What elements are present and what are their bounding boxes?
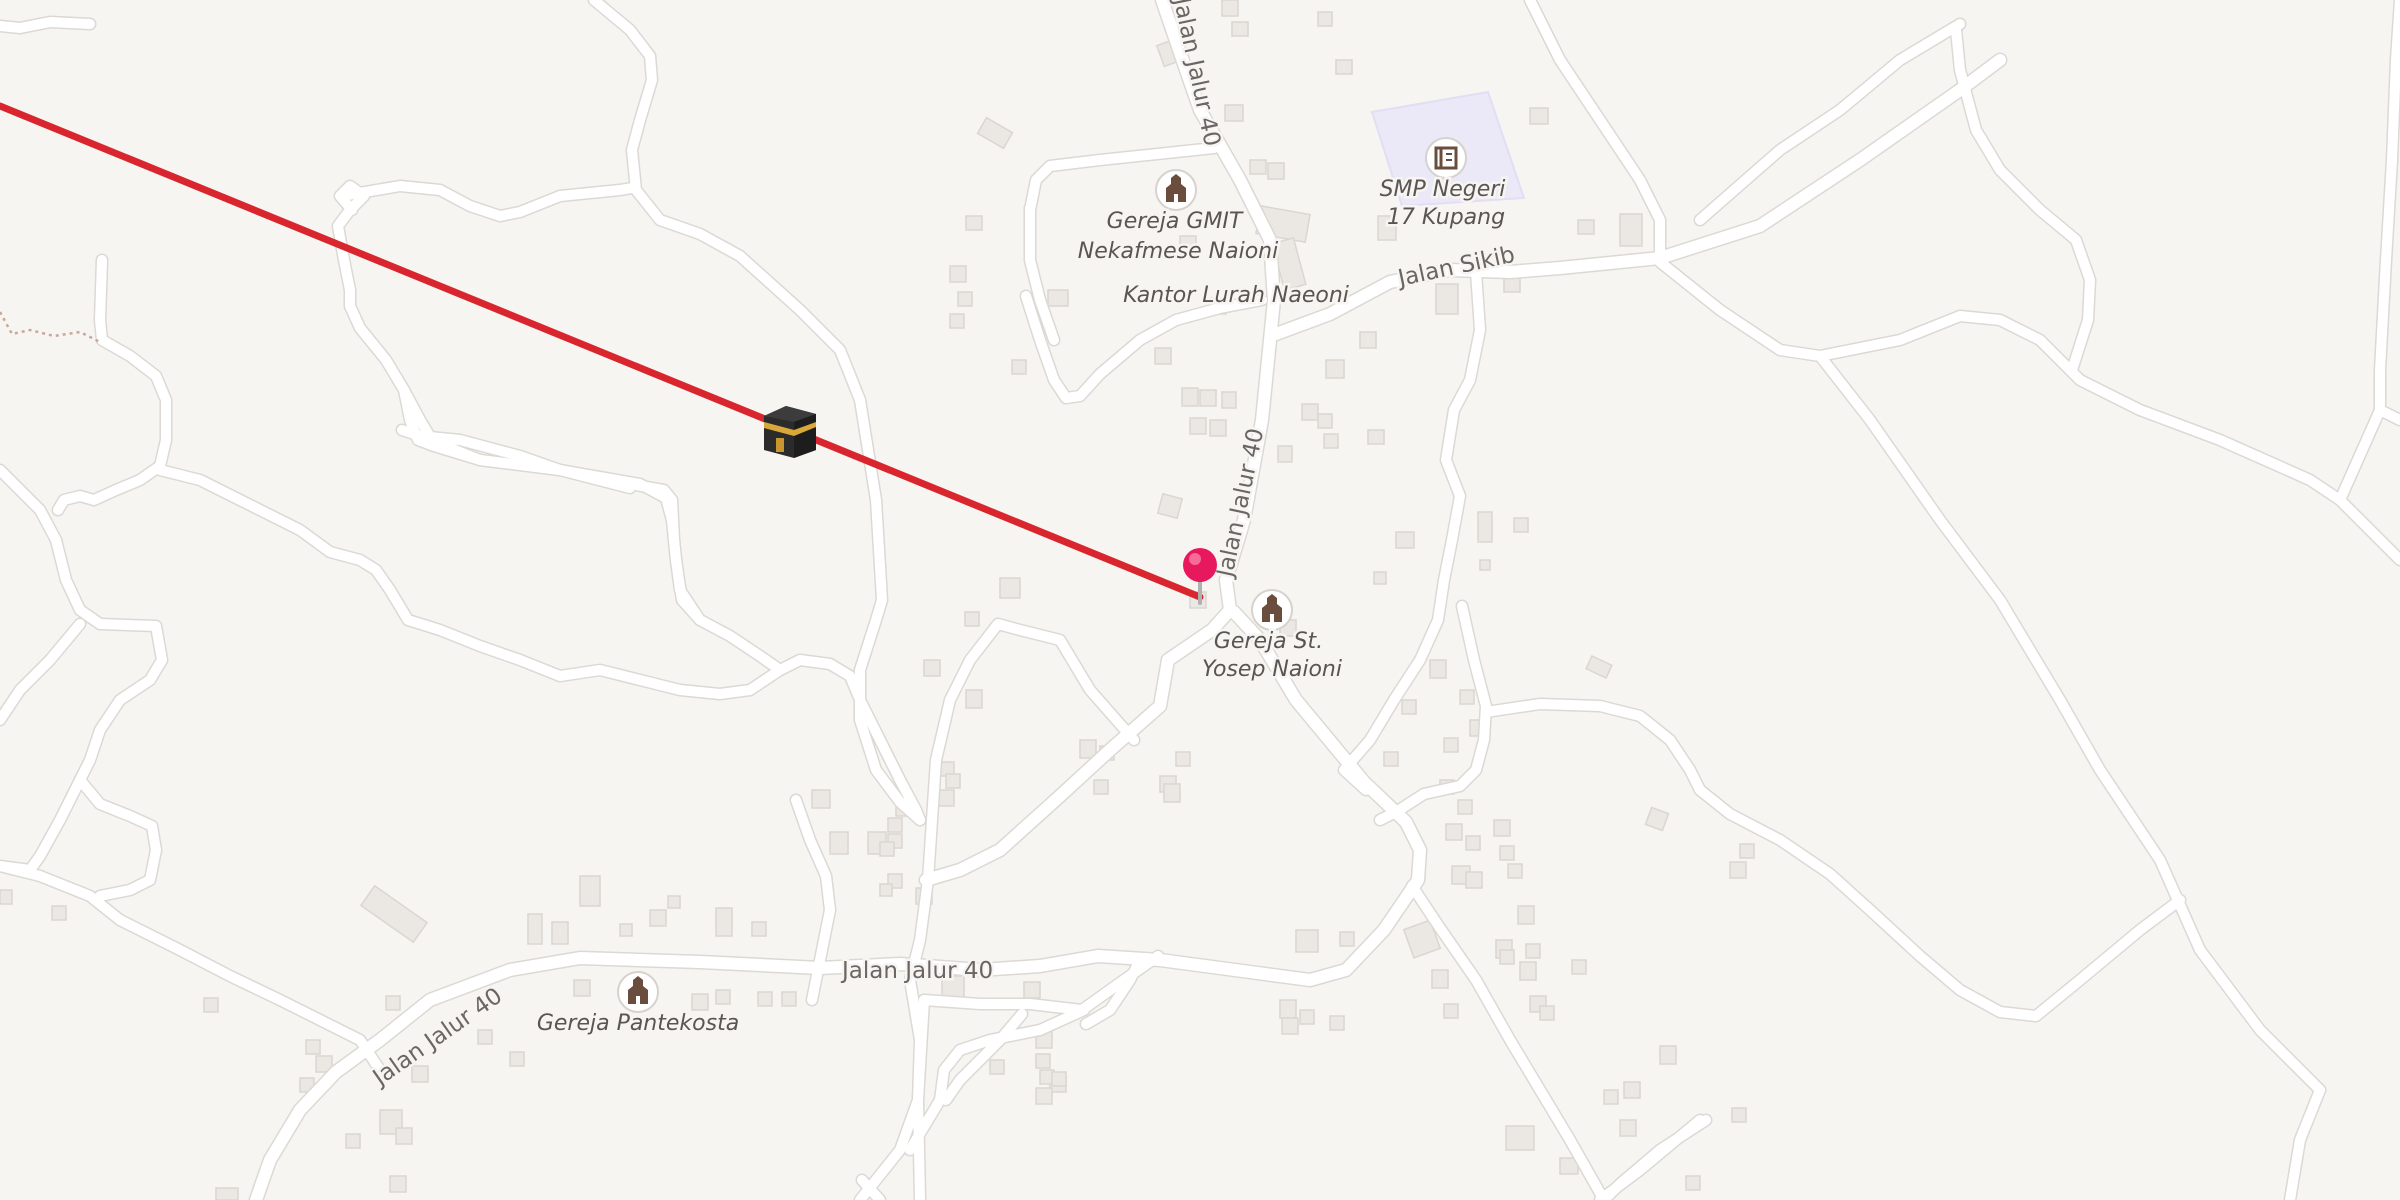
map-canvas[interactable]: Gereja GMIT Nekafmese Naioni SMP Negeri … <box>0 0 2400 1200</box>
poi-label-gereja-pantekosta[interactable]: Gereja Pantekosta <box>534 1009 741 1039</box>
church-icon[interactable] <box>617 971 659 1013</box>
road <box>0 17 95 33</box>
kaaba-icon <box>764 406 816 458</box>
school-icon[interactable] <box>1425 137 1467 179</box>
street-label: Jalan Jalur 40 <box>840 958 993 984</box>
church-icon[interactable] <box>1251 589 1293 631</box>
poi-label-kantor-lurah[interactable]: Kantor Lurah Naeoni <box>1121 281 1352 311</box>
church-icon[interactable] <box>1155 169 1197 211</box>
